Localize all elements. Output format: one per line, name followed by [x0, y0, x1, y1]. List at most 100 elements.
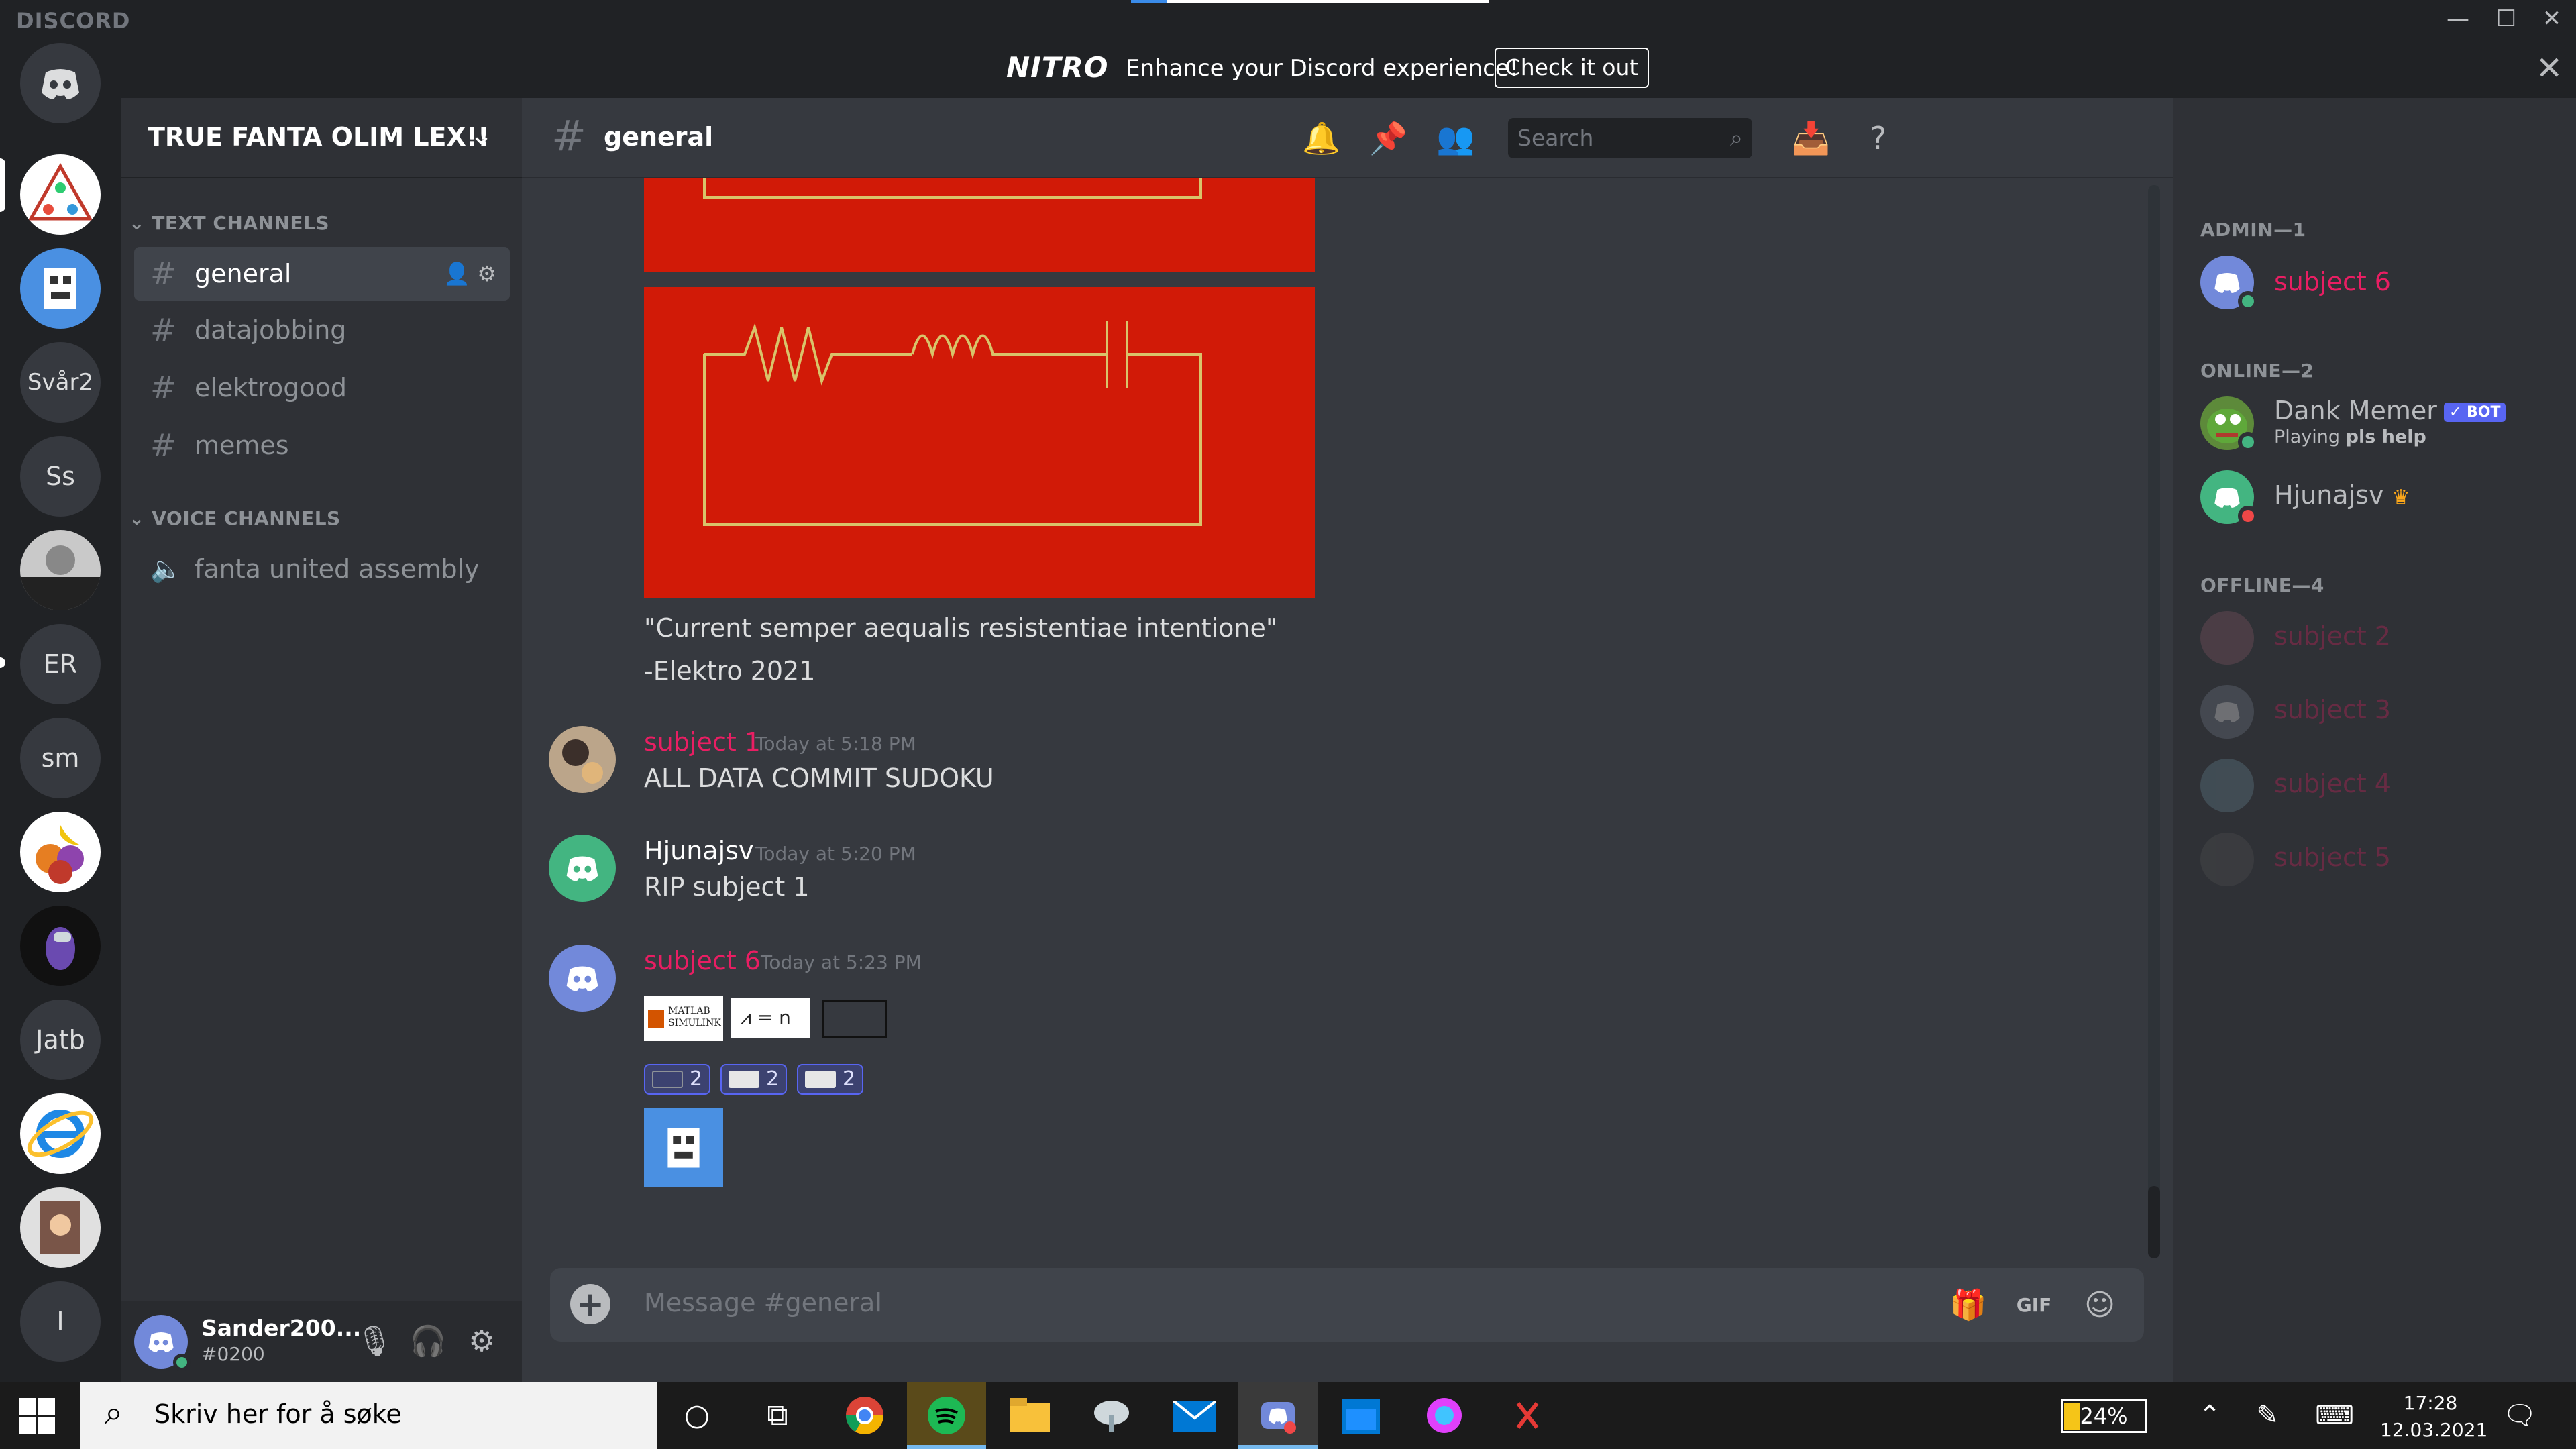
server-icon-fruit[interactable] [20, 812, 101, 892]
help-icon[interactable]: ? [1857, 117, 1900, 160]
members-icon[interactable]: 👥 [1434, 117, 1477, 160]
close-banner-icon[interactable]: ✕ [2536, 50, 2563, 87]
member-subject-5[interactable]: subject 5 [2200, 829, 2563, 890]
notifications-icon[interactable]: 🗨 [2493, 1382, 2546, 1449]
member-subject-2[interactable]: subject 2 [2200, 608, 2563, 668]
text-channel-icon: # [150, 312, 176, 348]
chat-area: # general 🔔 📌 👥 Search ⌕ 📥 ? "Current se… [522, 98, 2174, 1382]
maximize-button[interactable]: ☐ [2487, 4, 2525, 34]
check-it-out-button[interactable]: Check it out [1495, 48, 1649, 88]
chrome-icon[interactable] [825, 1382, 904, 1449]
category-text-channels[interactable]: ⌄ TEXT CHANNELS [129, 212, 329, 234]
server-icon-photo[interactable] [20, 1187, 101, 1268]
robot-image[interactable] [644, 1108, 723, 1187]
battery-indicator[interactable]: 24% [2061, 1399, 2147, 1433]
server-er[interactable]: ER [20, 624, 101, 704]
task-view-icon[interactable]: ⧉ [738, 1382, 817, 1449]
search-input[interactable]: Search ⌕ [1508, 118, 1752, 158]
member-name: subject 3 [2274, 695, 2391, 724]
taskbar-clock[interactable]: 17:28 12.03.2021 [2380, 1390, 2487, 1444]
headphones-icon[interactable]: 🎧 [407, 1320, 449, 1363]
user-panel: Sander200... #0200 🎙 🎧 ⚙ [121, 1301, 522, 1382]
pen-icon[interactable]: ✎ [2241, 1382, 2294, 1449]
channel-elektrogood[interactable]: # elektrogood [134, 361, 510, 415]
channel-datajobbing[interactable]: # datajobbing [134, 303, 510, 357]
microphone-icon[interactable]: 🎙 [353, 1320, 396, 1363]
channel-memes[interactable]: # memes [134, 419, 510, 472]
reaction-button[interactable]: 2 [720, 1064, 788, 1095]
voice-channel-fanta-united-assembly[interactable]: 🔈 fanta united assembly [134, 542, 510, 596]
chat-scrollbar-thumb[interactable] [2148, 1186, 2160, 1258]
avatar[interactable] [549, 835, 616, 902]
matlab-emoji-icon [805, 1071, 836, 1088]
avatar[interactable] [549, 945, 616, 1012]
category-voice-channels[interactable]: ⌄ VOICE CHANNELS [129, 507, 341, 529]
gift-icon[interactable]: 🎁 [1947, 1284, 1990, 1327]
dnd-status-icon [2238, 506, 2258, 526]
reaction-button[interactable]: 2 [644, 1064, 711, 1095]
message-author[interactable]: Hjunajsv [644, 836, 753, 865]
clock-time: 17:28 [2403, 1392, 2458, 1414]
user-settings-icon[interactable]: ⚙ [460, 1320, 503, 1363]
gif-icon[interactable]: GIF [2012, 1284, 2055, 1327]
home-button[interactable] [20, 43, 101, 123]
server-icon-6[interactable] [20, 530, 101, 610]
inbox-icon[interactable]: 📥 [1790, 117, 1833, 160]
circuit-emoji[interactable] [822, 1000, 887, 1038]
windows-taskbar: ⌕ Skriv her for å søke ○ ⧉ 24% ⌃ ✎ ⌨ 17:… [0, 1382, 2576, 1449]
app-icon[interactable] [1072, 1382, 1151, 1449]
member-hjunajsv[interactable]: Hjunajsv ♛ [2200, 467, 2563, 527]
minimize-button[interactable]: — [2439, 4, 2477, 34]
member-subject-4[interactable]: subject 4 [2200, 755, 2563, 816]
message-author[interactable]: subject 1 [644, 727, 761, 757]
message-input[interactable]: Message #general [644, 1288, 882, 1318]
calendar-icon[interactable] [1322, 1382, 1401, 1449]
matlab-emoji[interactable]: MATLAB SIMULINK [644, 996, 723, 1041]
cortana-icon[interactable]: ○ [657, 1382, 737, 1449]
windows-start-icon[interactable] [19, 1398, 55, 1434]
circuit-image-top[interactable] [644, 178, 1315, 272]
pin-icon[interactable]: 📌 [1367, 117, 1410, 160]
invite-icon[interactable]: 👤 [443, 261, 470, 286]
close-window-button[interactable]: ✕ [2533, 4, 2571, 34]
battery-fill [2064, 1403, 2080, 1430]
gear-icon[interactable]: ⚙ [477, 261, 496, 286]
chat-scrollbar-track[interactable] [2148, 185, 2160, 1258]
keyboard-icon[interactable]: ⌨ [2308, 1382, 2361, 1449]
channel-general[interactable]: # general 👤 ⚙ [134, 247, 510, 301]
server-jatb[interactable]: Jatb [20, 1000, 101, 1080]
server-i[interactable]: I [20, 1281, 101, 1362]
bell-icon[interactable]: 🔔 [1300, 117, 1343, 160]
server-icon-among[interactable] [20, 906, 101, 986]
member-subject-3[interactable]: subject 3 [2200, 682, 2563, 742]
spotify-icon[interactable] [907, 1382, 986, 1449]
member-subject-6[interactable]: subject 6 [2200, 252, 2563, 313]
guild-header[interactable]: TRUE FANTA OLIM LEX!! ⌄ [121, 98, 522, 178]
server-sm[interactable]: sm [20, 718, 101, 798]
discord-taskbar-icon[interactable] [1238, 1382, 1318, 1449]
chevron-up-icon[interactable]: ⌃ [2183, 1382, 2237, 1449]
mail-icon[interactable] [1155, 1382, 1234, 1449]
server-icon-fanta[interactable] [20, 154, 101, 235]
nitro-banner: NITRO Enhance your Discord experience! C… [121, 38, 2576, 98]
taskbar-search-input[interactable]: ⌕ Skriv her for å søke [80, 1382, 657, 1449]
equation-emoji[interactable]: ⩘ = n [731, 998, 810, 1038]
chevron-down-icon: ⌄ [129, 507, 152, 529]
file-explorer-icon[interactable] [990, 1382, 1069, 1449]
chevron-down-icon[interactable]: ⌄ [470, 118, 493, 151]
server-ss[interactable]: Ss [20, 436, 101, 517]
text-channel-icon: # [150, 370, 176, 406]
message-author[interactable]: subject 6 [644, 946, 761, 975]
add-attachment-icon[interactable]: + [570, 1284, 610, 1324]
server-icon-ie[interactable] [20, 1093, 101, 1174]
avatar[interactable] [549, 726, 616, 793]
circuit-image[interactable] [644, 287, 1315, 598]
server-svar2[interactable]: Svår2 [20, 342, 101, 423]
emoji-icon[interactable]: ☺ [2078, 1284, 2121, 1327]
member-dank-memer[interactable]: Dank Memer ✓ BOT Playing pls help [2200, 393, 2563, 453]
reaction-button[interactable]: 2 [797, 1064, 864, 1095]
snipping-tool-icon[interactable] [1488, 1382, 1567, 1449]
message-composer[interactable]: + Message #general 🎁 GIF ☺ [550, 1268, 2144, 1342]
app-icon[interactable] [1405, 1382, 1484, 1449]
server-icon-2[interactable] [20, 248, 101, 329]
